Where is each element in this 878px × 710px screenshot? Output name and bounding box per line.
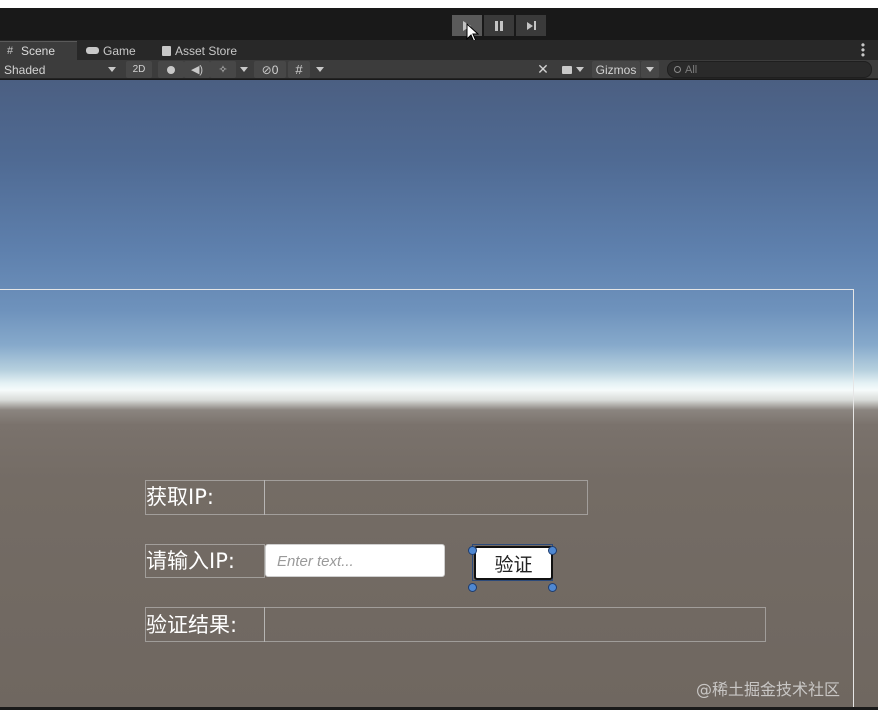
camera-icon	[562, 65, 572, 74]
lightbulb-icon	[167, 65, 175, 74]
editor-tab-bar: # Scene Game Asset Store • • •	[0, 39, 878, 61]
chevron-down-icon	[108, 67, 116, 72]
tab-scene[interactable]: # Scene	[0, 41, 77, 60]
verify-button[interactable]: 验证	[474, 546, 553, 580]
verify-button-label: 验证	[494, 553, 533, 576]
grid-toggle[interactable]: #	[288, 61, 310, 78]
input-ip-label: 请输入IP:	[146, 549, 235, 573]
result-value-field	[264, 607, 766, 642]
gamepad-icon	[86, 47, 99, 54]
pause-button[interactable]	[484, 15, 514, 36]
effects-toggle[interactable]: ✧	[210, 61, 236, 78]
get-ip-label: 获取IP:	[146, 485, 214, 509]
camera-settings-dropdown[interactable]	[556, 61, 590, 78]
step-icon	[526, 21, 536, 30]
scene-visibility-toggle[interactable]: ⊘ 0	[254, 61, 286, 78]
chevron-down-icon	[316, 67, 324, 72]
search-placeholder: All	[685, 63, 698, 76]
gizmos-toggle[interactable]: Gizmos	[592, 61, 640, 78]
tools-button[interactable]: ✕	[532, 61, 554, 78]
tools-icon: ✕	[537, 61, 549, 77]
pause-icon	[495, 20, 503, 31]
grid-icon: #	[7, 45, 14, 57]
step-button[interactable]	[516, 15, 546, 36]
tab-asset-store-label: Asset Store	[175, 43, 238, 58]
resize-handle-top-right[interactable]	[548, 546, 557, 555]
get-ip-value-field	[264, 480, 588, 515]
scene-viewport[interactable]: 获取IP: 请输入IP: Enter text... 验证 验证结果: @稀土掘…	[0, 80, 878, 707]
audio-toggle[interactable]: ◀)	[184, 61, 210, 78]
more-options-icon[interactable]: • • •	[860, 39, 866, 61]
resize-handle-bottom-left[interactable]	[468, 583, 477, 592]
bag-icon	[162, 45, 171, 56]
scene-toolbar: Shaded 2D ◀) ✧ ⊘ 0 # ✕ Gizmos All	[0, 60, 878, 79]
tab-asset-store[interactable]: Asset Store	[155, 41, 255, 60]
grid-dropdown[interactable]	[311, 61, 329, 78]
result-label: 验证结果:	[146, 613, 238, 637]
toggle-2d-button[interactable]: 2D	[126, 61, 152, 78]
tab-game-label: Game	[103, 43, 136, 58]
chevron-down-icon	[646, 67, 654, 72]
speaker-icon: ◀)	[190, 64, 204, 76]
tab-game[interactable]: Game	[79, 41, 155, 60]
hidden-count: 0	[271, 62, 279, 77]
gizmos-dropdown[interactable]	[641, 61, 659, 78]
play-toolbar	[0, 8, 878, 43]
watermark: @稀土掘金技术社区	[696, 680, 841, 699]
lighting-toggle[interactable]	[158, 61, 184, 78]
chevron-down-icon	[576, 67, 584, 72]
effects-icon: ✧	[218, 64, 228, 76]
effects-dropdown[interactable]	[236, 61, 252, 78]
grid-snap-icon: #	[295, 62, 303, 77]
chevron-down-icon	[240, 67, 248, 72]
resize-handle-top-left[interactable]	[468, 546, 477, 555]
toggle-2d-label: 2D	[132, 64, 146, 75]
shading-mode-dropdown[interactable]: Shaded	[2, 61, 120, 78]
resize-handle-bottom-right[interactable]	[548, 583, 557, 592]
ip-input-placeholder: Enter text...	[277, 553, 354, 570]
tab-scene-label: Scene	[21, 44, 56, 58]
hidden-eye-icon: ⊘	[261, 62, 272, 77]
search-icon	[674, 66, 681, 73]
ip-input-field[interactable]: Enter text...	[265, 544, 445, 577]
hierarchy-search-input[interactable]: All	[667, 61, 872, 78]
gizmos-label: Gizmos	[595, 62, 637, 77]
shading-mode-label: Shaded	[4, 62, 46, 77]
unity-editor-window: # Scene Game Asset Store • • • Shaded 2D ◀…	[0, 8, 878, 710]
